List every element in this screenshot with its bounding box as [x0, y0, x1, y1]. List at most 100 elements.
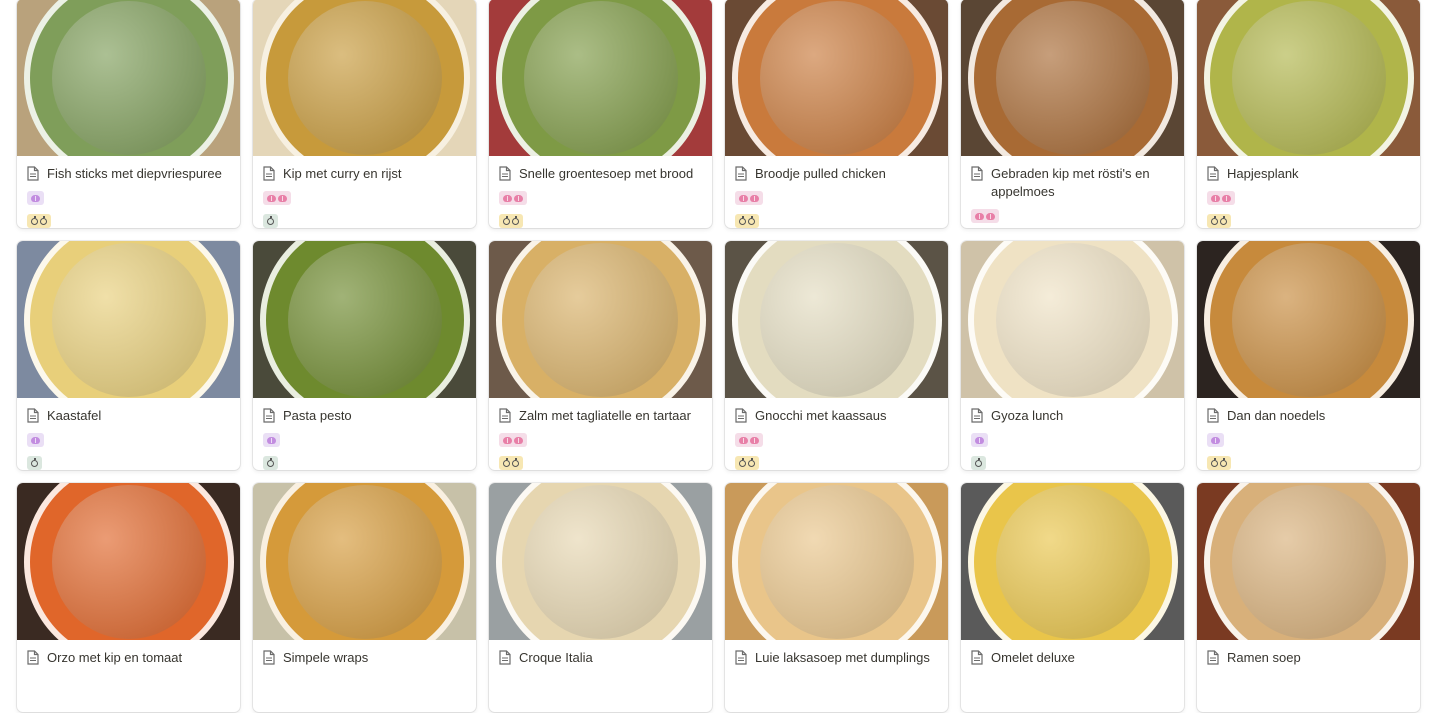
gallery-card[interactable]: Luie laksasoep met dumplings: [725, 483, 948, 712]
page-icon: [499, 650, 511, 665]
brain-tag: [971, 209, 999, 223]
gallery-card[interactable]: Kip met curry en rijst: [253, 0, 476, 228]
brain-icon: [503, 436, 512, 444]
brain-icon: [975, 212, 984, 220]
card-cover-image: [17, 483, 240, 640]
timer-tag: [971, 456, 986, 470]
timer-icon: [40, 215, 47, 225]
dish-image: [495, 0, 706, 156]
gallery-card[interactable]: Dan dan noedels: [1197, 241, 1420, 470]
page-icon: [971, 650, 983, 665]
card-title: Snelle groentesoep met brood: [519, 166, 694, 181]
page-icon: [1207, 408, 1219, 423]
card-cover-image: [17, 0, 240, 156]
card-title-row: Gnocchi met kaassaus: [735, 407, 938, 425]
card-title: Croque Italia: [519, 650, 593, 665]
gallery-card[interactable]: Hapjesplank: [1197, 0, 1420, 228]
timer-icon: [748, 215, 755, 225]
dish-image: [1203, 0, 1414, 156]
gallery-card[interactable]: Croque Italia: [489, 483, 712, 712]
timer-icon: [1220, 215, 1227, 225]
brain-tag: [263, 191, 291, 205]
brain-tag: [263, 433, 280, 447]
card-cover-image: [961, 0, 1184, 156]
timer-icon: [31, 457, 38, 467]
page-icon: [27, 408, 39, 423]
card-title-row: Broodje pulled chicken: [735, 165, 938, 183]
timer-icon: [267, 215, 274, 225]
card-title: Hapjesplank: [1227, 166, 1299, 181]
dish-image: [967, 483, 1178, 640]
gallery-card[interactable]: Snelle groentesoep met brood: [489, 0, 712, 228]
brain-tag: [1207, 433, 1224, 447]
brain-icon: [975, 436, 984, 444]
timer-icon: [267, 457, 274, 467]
card-title: Pasta pesto: [283, 408, 352, 423]
timer-icon: [503, 457, 510, 467]
card-cover-image: [725, 0, 948, 156]
brain-icon: [267, 436, 276, 444]
page-icon: [499, 166, 511, 181]
card-title-row: Gyoza lunch: [971, 407, 1174, 425]
card-cover-image: [1197, 483, 1420, 640]
gallery-card[interactable]: Fish sticks met diepvriespuree: [17, 0, 240, 228]
card-cover-image: [1197, 0, 1420, 156]
brain-icon: [1211, 436, 1220, 444]
card-title-row: Simpele wraps: [263, 649, 466, 667]
timer-icon: [1211, 457, 1218, 467]
timer-tag: [27, 214, 51, 228]
brain-icon: [750, 194, 759, 202]
card-cover-image: [725, 241, 948, 398]
brain-tag: [499, 191, 527, 205]
card-title: Gebraden kip met rösti's en appelmoes: [991, 166, 1150, 199]
card-title: Omelet deluxe: [991, 650, 1075, 665]
card-title: Orzo met kip en tomaat: [47, 650, 183, 665]
dish-image: [259, 241, 470, 398]
page-icon: [263, 166, 275, 181]
timer-icon: [739, 457, 746, 467]
card-title: Gnocchi met kaassaus: [755, 408, 887, 423]
gallery-card[interactable]: Simpele wraps: [253, 483, 476, 712]
brain-icon: [750, 436, 759, 444]
gallery-card[interactable]: Gnocchi met kaassaus: [725, 241, 948, 470]
brain-icon: [31, 436, 40, 444]
gallery-card[interactable]: Gebraden kip met rösti's en appelmoes: [961, 0, 1184, 228]
card-cover-image: [1197, 241, 1420, 398]
card-cover-image: [253, 241, 476, 398]
brain-icon: [514, 194, 523, 202]
brain-tag: [499, 433, 527, 447]
gallery-card[interactable]: Pasta pesto: [253, 241, 476, 470]
gallery-card[interactable]: Zalm met tagliatelle en tartaar: [489, 241, 712, 470]
page-icon: [1207, 166, 1219, 181]
gallery-card[interactable]: Orzo met kip en tomaat: [17, 483, 240, 712]
card-title-row: Pasta pesto: [263, 407, 466, 425]
gallery-card[interactable]: Ramen soep: [1197, 483, 1420, 712]
timer-tag: [499, 214, 523, 228]
gallery-card[interactable]: Omelet deluxe: [961, 483, 1184, 712]
card-title: Ramen soep: [1227, 650, 1301, 665]
card-cover-image: [253, 0, 476, 156]
timer-icon: [31, 215, 38, 225]
timer-tag: [499, 456, 523, 470]
brain-icon: [503, 194, 512, 202]
brain-tag: [735, 433, 763, 447]
card-title-row: Dan dan noedels: [1207, 407, 1410, 425]
card-title-row: Zalm met tagliatelle en tartaar: [499, 407, 702, 425]
card-title: Broodje pulled chicken: [755, 166, 886, 181]
gallery-card[interactable]: Kaastafel: [17, 241, 240, 470]
timer-icon: [1220, 457, 1227, 467]
card-title: Kip met curry en rijst: [283, 166, 402, 181]
brain-icon: [1211, 194, 1220, 202]
dish-image: [967, 0, 1178, 156]
gallery-card[interactable]: Broodje pulled chicken: [725, 0, 948, 228]
card-title-row: Croque Italia: [499, 649, 702, 667]
card-title-row: Snelle groentesoep met brood: [499, 165, 702, 183]
card-title: Zalm met tagliatelle en tartaar: [519, 408, 691, 423]
timer-icon: [503, 215, 510, 225]
card-title: Kaastafel: [47, 408, 102, 423]
dish-image: [731, 483, 942, 640]
brain-icon: [1222, 194, 1231, 202]
brain-icon: [986, 212, 995, 220]
dish-image: [495, 241, 706, 398]
gallery-card[interactable]: Gyoza lunch: [961, 241, 1184, 470]
